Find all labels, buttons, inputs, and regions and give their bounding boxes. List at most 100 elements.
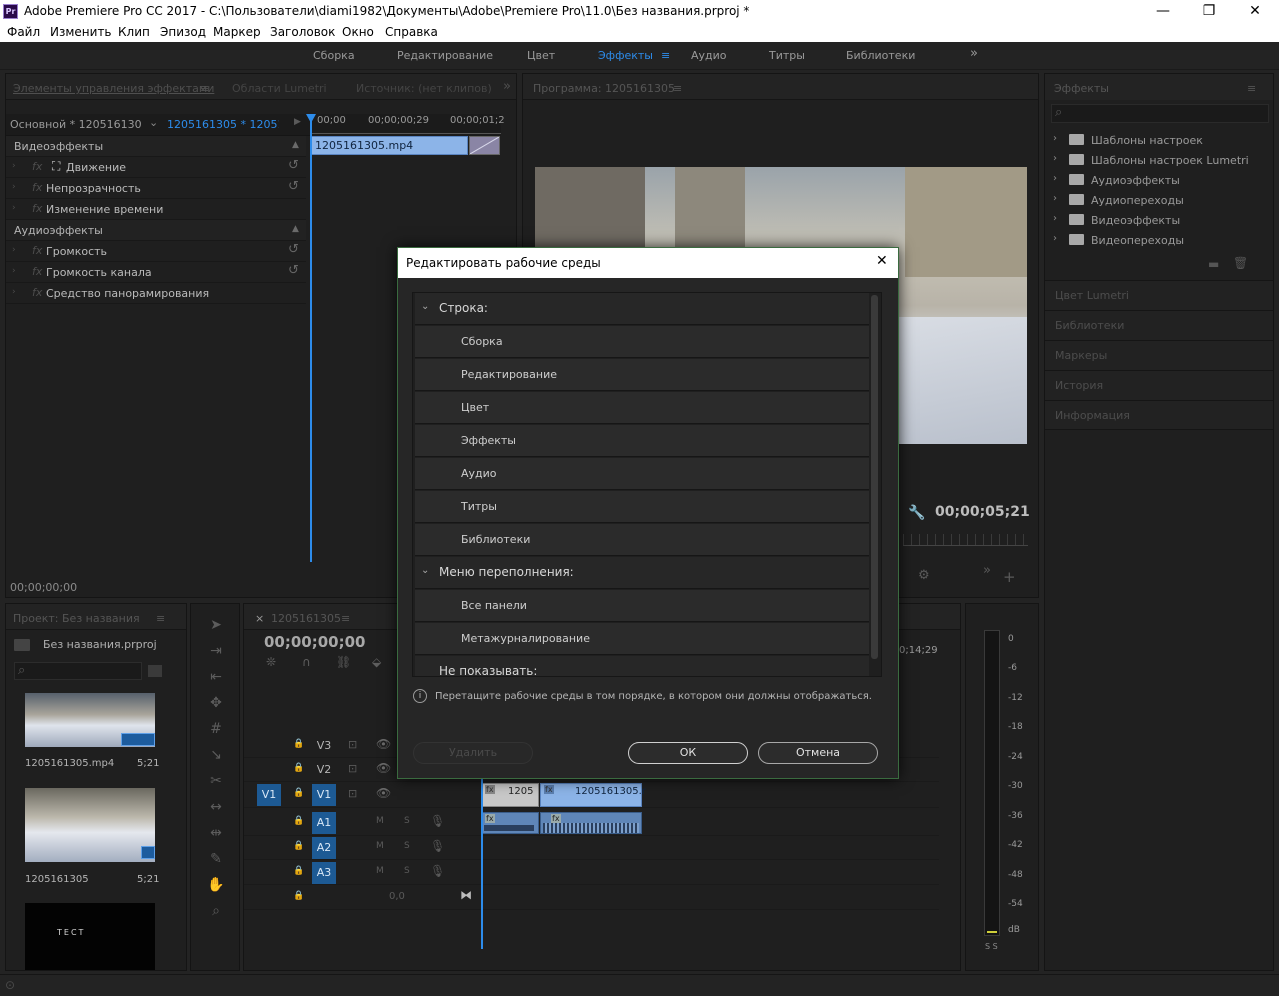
effect-controls-playhead[interactable] bbox=[310, 114, 312, 562]
program-monitor-title[interactable]: Программа: 1205161305 bbox=[533, 82, 675, 95]
effects-search-input[interactable]: ⌕ bbox=[1051, 104, 1269, 123]
effects-menu-icon[interactable]: ≡ bbox=[1247, 82, 1256, 95]
expand-chevron-icon[interactable]: › bbox=[12, 245, 16, 255]
sequence-clip-label[interactable]: 1205161305 * 1205161305.mp4 bbox=[167, 118, 279, 131]
program-timecode[interactable]: 00;00;05;21 bbox=[935, 504, 1030, 520]
timeline-playhead[interactable] bbox=[481, 774, 483, 949]
effect-row-volume[interactable]: › fx Громкость ↺ bbox=[6, 241, 306, 262]
effect-row-channel-volume[interactable]: › fx Громкость канала ↺ bbox=[6, 262, 306, 283]
track-select-tool-icon[interactable]: ⇥ bbox=[207, 642, 225, 660]
panel-libraries[interactable]: Библиотеки bbox=[1045, 310, 1273, 340]
project-item-title[interactable]: ТЕСТ bbox=[25, 903, 155, 970]
mute-button[interactable]: M bbox=[376, 816, 384, 826]
eye-icon[interactable]: 👁 bbox=[376, 786, 391, 800]
expand-chevron-icon[interactable]: › bbox=[12, 161, 16, 171]
reset-icon[interactable]: ↺ bbox=[288, 158, 299, 173]
linked-selection-icon[interactable]: ⛓ bbox=[336, 655, 351, 669]
project-menu-icon[interactable]: ≡ bbox=[156, 612, 165, 625]
microphone-icon[interactable]: 🎙 bbox=[430, 814, 445, 828]
track-a2[interactable]: 🔒 A2 M S 🎙 bbox=[244, 836, 939, 860]
fx-icon[interactable]: fx bbox=[32, 244, 42, 257]
delete-button[interactable]: Удалить bbox=[413, 742, 533, 764]
lock-icon[interactable]: 🔒 bbox=[293, 866, 304, 876]
fx-icon[interactable]: fx bbox=[32, 202, 42, 215]
close-window-button[interactable]: ✕ bbox=[1240, 2, 1270, 22]
mute-button[interactable]: M bbox=[376, 841, 384, 851]
selection-tool-icon[interactable]: ➤ bbox=[207, 616, 225, 634]
fx-icon[interactable]: fx bbox=[32, 265, 42, 278]
chevron-down-icon[interactable]: ⌄ bbox=[421, 565, 429, 576]
razor-tool-icon[interactable]: ✂ bbox=[207, 772, 225, 790]
list-scrollbar[interactable] bbox=[871, 295, 878, 659]
nest-icon[interactable]: ❊ bbox=[266, 655, 276, 669]
track-label[interactable]: V3 bbox=[312, 735, 336, 757]
workspace-tab-assembly[interactable]: Сборка bbox=[313, 49, 355, 62]
project-item-clip[interactable]: 1205161305.mp4 5;21 bbox=[14, 690, 166, 776]
folder-audio-transitions[interactable]: › Аудиопереходы bbox=[1049, 190, 1271, 210]
workspace-item[interactable]: Редактирование bbox=[415, 359, 869, 391]
menu-edit[interactable]: Изменить bbox=[50, 25, 112, 39]
expand-chevron-icon[interactable]: › bbox=[1053, 193, 1057, 204]
workspace-item[interactable]: Цвет bbox=[415, 392, 869, 424]
expand-chevron-icon[interactable]: › bbox=[1053, 153, 1057, 164]
tab-effect-controls[interactable]: Элементы управления эффектами bbox=[13, 82, 214, 95]
master-volume-value[interactable]: 0,0 bbox=[389, 891, 405, 902]
menu-sequence[interactable]: Эпизод bbox=[160, 25, 206, 39]
lock-icon[interactable]: 🔒 bbox=[293, 841, 304, 851]
slide-tool-icon[interactable]: ⇹ bbox=[207, 824, 225, 842]
effect-row-motion[interactable]: › fx ⛶ Движение ↺ bbox=[6, 157, 306, 178]
export-frame-icon[interactable]: ⚙ bbox=[918, 568, 930, 583]
workspace-tab-titles[interactable]: Титры bbox=[769, 49, 805, 62]
wrench-icon[interactable]: 🔧 bbox=[908, 505, 925, 521]
add-button-icon[interactable]: + bbox=[1003, 568, 1016, 586]
effect-controls-timecode[interactable]: 00;00;00;00 bbox=[10, 581, 77, 594]
rolling-edit-tool-icon[interactable]: # bbox=[207, 720, 225, 738]
workspace-item[interactable]: Библиотеки bbox=[415, 524, 869, 556]
panel-overflow-icon[interactable]: » bbox=[503, 79, 511, 94]
workspace-tab-color[interactable]: Цвет bbox=[527, 49, 555, 62]
workspace-tab-audio[interactable]: Аудио bbox=[691, 49, 727, 62]
sync-lock-icon[interactable]: ⊡ bbox=[348, 762, 357, 775]
lock-icon[interactable]: 🔒 bbox=[293, 891, 304, 901]
fx-icon[interactable]: fx bbox=[32, 286, 42, 299]
workspace-tab-effects[interactable]: Эффекты bbox=[598, 49, 653, 62]
zoom-tool-icon[interactable]: ⌕ bbox=[207, 902, 225, 920]
track-a1[interactable]: 🔒 A1 M S 🎙 fx fx bbox=[244, 810, 939, 836]
collapse-up-icon[interactable]: ▲ bbox=[292, 140, 299, 150]
mute-button[interactable]: M bbox=[376, 866, 384, 876]
audio-clip-a[interactable]: fx bbox=[481, 812, 539, 834]
solo-button[interactable]: S bbox=[404, 841, 410, 851]
menu-marker[interactable]: Маркер bbox=[213, 25, 261, 39]
timeline-menu-icon[interactable]: ≡ bbox=[341, 612, 350, 625]
add-marker-icon[interactable]: ⬙ bbox=[372, 655, 381, 669]
reset-icon[interactable]: ↺ bbox=[288, 263, 299, 278]
expand-chevron-icon[interactable]: › bbox=[1053, 133, 1057, 144]
expand-chevron-icon[interactable]: › bbox=[12, 287, 16, 297]
effect-clip-bar[interactable]: 1205161305.mp4 bbox=[311, 136, 468, 155]
track-label[interactable]: A1 bbox=[312, 812, 336, 834]
eye-icon[interactable]: 👁 bbox=[376, 761, 391, 775]
workspace-tab-libraries[interactable]: Библиотеки bbox=[846, 49, 915, 62]
track-label[interactable]: V1 bbox=[312, 784, 336, 806]
workspace-tab-editing[interactable]: Редактирование bbox=[397, 49, 493, 62]
effect-row-opacity[interactable]: › fx Непрозрачность ↺ bbox=[6, 178, 306, 199]
reset-icon[interactable]: ↺ bbox=[288, 242, 299, 257]
workspace-menu-icon[interactable]: ≡ bbox=[661, 49, 670, 62]
source-patch-v1[interactable]: V1 bbox=[257, 784, 281, 806]
new-bin-icon[interactable]: ▬ bbox=[1208, 257, 1219, 271]
expand-chevron-icon[interactable]: › bbox=[12, 266, 16, 276]
effect-row-time-remap[interactable]: › fx Изменение времени bbox=[6, 199, 306, 220]
track-v1[interactable]: V1 🔒 V1 ⊡ 👁 fx 1205 fx 1205161305.r bbox=[244, 782, 939, 808]
ripple-edit-tool-icon[interactable]: ✥ bbox=[207, 694, 225, 712]
workspace-item[interactable]: Все панели bbox=[415, 590, 869, 622]
clip-v1-a[interactable]: fx 1205 bbox=[481, 783, 539, 807]
expand-chevron-icon[interactable]: › bbox=[1053, 233, 1057, 244]
play-only-icon[interactable]: ▶ bbox=[294, 117, 301, 127]
new-search-bin-icon[interactable] bbox=[148, 665, 162, 677]
clip-v1-b[interactable]: fx 1205161305.r bbox=[540, 783, 646, 807]
folder-audio-effects[interactable]: › Аудиоэффекты bbox=[1049, 170, 1271, 190]
menu-window[interactable]: Окно bbox=[342, 25, 374, 39]
snap-magnet-icon[interactable]: ∩ bbox=[302, 655, 311, 669]
reset-icon[interactable]: ↺ bbox=[288, 179, 299, 194]
rate-stretch-tool-icon[interactable]: ↘ bbox=[207, 746, 225, 764]
